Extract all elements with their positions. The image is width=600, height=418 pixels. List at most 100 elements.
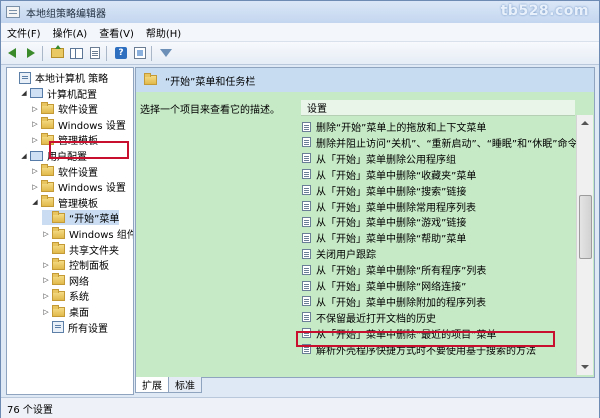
- collapsed-arrow-icon[interactable]: ▷: [31, 105, 39, 113]
- setting-row[interactable]: 从「开始」菜单中删除“所有程序”列表: [302, 262, 577, 277]
- setting-row[interactable]: 从「开始」菜单中删除“游戏”链接: [302, 214, 577, 229]
- tree-item[interactable]: ◢ 管理模板: [31, 195, 98, 210]
- properties-button[interactable]: [132, 45, 148, 61]
- setting-label: 从「开始」菜单中删除“收藏夹”菜单: [316, 170, 477, 182]
- setting-row[interactable]: 从「开始」菜单中删除“帮助”菜单: [302, 230, 577, 245]
- title-bar: 本地组策略编辑器 tb528.com: [1, 1, 599, 23]
- folder-icon: [52, 226, 65, 239]
- tree-item[interactable]: 共享文件夹: [42, 242, 119, 257]
- tree-item[interactable]: ▷ 系统: [42, 288, 89, 303]
- folder-icon: [41, 164, 54, 177]
- setting-row[interactable]: 删除“开始”菜单上的拖放和上下文菜单: [302, 119, 577, 134]
- tree-item[interactable]: ▷ 软件设置: [31, 101, 98, 116]
- setting-row[interactable]: 从「开始」菜单中删除常用程序列表: [302, 199, 577, 214]
- expanded-arrow-icon[interactable]: ◢: [20, 89, 28, 97]
- tree-item-label: 软件设置: [58, 105, 98, 117]
- folder-icon: [52, 210, 65, 223]
- tab-extended[interactable]: 扩展: [135, 377, 169, 393]
- setting-policy-icon: [302, 216, 311, 227]
- tree-item[interactable]: ▷ 网络: [42, 273, 89, 288]
- export-list-button[interactable]: [87, 45, 103, 61]
- app-icon: [6, 6, 20, 18]
- menu-file[interactable]: 文件(F): [1, 25, 47, 40]
- collapsed-arrow-icon[interactable]: ▷: [31, 120, 39, 128]
- folder-icon: [144, 73, 157, 85]
- setting-row[interactable]: 从「开始」菜单删除公用程序组: [302, 151, 577, 166]
- folder-up-icon: [50, 45, 64, 58]
- scroll-thumb[interactable]: [579, 195, 592, 259]
- setting-row[interactable]: 删除并阻止访问“关机”、“重新启动”、“睡眠”和“休眠”命令: [302, 135, 577, 150]
- setting-highlight: [296, 331, 555, 347]
- setting-row[interactable]: 从「开始」菜单中删除附加的程序列表: [302, 294, 577, 309]
- tree-item[interactable]: “开始”菜单: [42, 210, 120, 226]
- setting-row[interactable]: 关闭用户跟踪: [302, 246, 577, 261]
- setting-policy-icon: [302, 264, 311, 275]
- tree-item[interactable]: ▷ 软件设置: [31, 164, 98, 179]
- setting-policy-icon: [302, 185, 311, 196]
- collapsed-arrow-icon[interactable]: ▷: [42, 292, 50, 300]
- tree-item[interactable]: ▷ Windows 设置: [31, 117, 126, 132]
- folder-icon: [41, 101, 54, 114]
- setting-row[interactable]: 不保留最近打开文档的历史: [302, 310, 577, 325]
- setting-row[interactable]: 从「开始」菜单中删除“收藏夹”菜单: [302, 167, 577, 182]
- tree-item[interactable]: ▷ Windows 组件: [42, 226, 133, 241]
- tree-item[interactable]: 所有设置: [42, 320, 108, 335]
- scroll-down-button[interactable]: [577, 359, 593, 375]
- folder-icon: [52, 304, 65, 317]
- collapsed-arrow-icon[interactable]: ▷: [42, 308, 50, 316]
- setting-row[interactable]: 从「开始」菜单中删除“网络连接”: [302, 278, 577, 293]
- collapsed-arrow-icon[interactable]: ▷: [31, 183, 39, 191]
- menu-help[interactable]: 帮助(H): [140, 25, 187, 40]
- forward-button[interactable]: [23, 45, 39, 61]
- setting-policy-icon: [302, 248, 311, 259]
- tree-item[interactable]: ▷ 控制面板: [42, 257, 109, 272]
- tree-item-label: 共享文件夹: [69, 245, 119, 257]
- setting-policy-icon: [302, 232, 311, 243]
- description-text: 选择一个项目来查看它的描述。: [140, 105, 280, 116]
- setting-label: 从「开始」菜单删除公用程序组: [316, 154, 456, 166]
- column-header-setting[interactable]: 设置: [301, 100, 575, 116]
- tree-item[interactable]: ▷ 桌面: [42, 304, 89, 319]
- gpedit-window: 本地组策略编辑器 tb528.com 文件(F) 操作(A) 查看(V) 帮助(…: [0, 0, 600, 418]
- collapsed-arrow-icon[interactable]: ▷: [42, 230, 50, 238]
- folder-icon: [52, 288, 65, 301]
- filter-button[interactable]: [158, 45, 174, 61]
- tab-standard[interactable]: 标准: [168, 377, 202, 393]
- collapsed-arrow-icon[interactable]: ▷: [31, 167, 39, 175]
- up-level-button[interactable]: [49, 45, 65, 61]
- setting-label: 关闭用户跟踪: [316, 250, 376, 262]
- scroll-up-button[interactable]: [577, 115, 593, 131]
- setting-label: 删除并阻止访问“关机”、“重新启动”、“睡眠”和“休眠”命令: [316, 138, 577, 150]
- no-expander: [42, 214, 50, 222]
- tree-item[interactable]: ◢ 计算机配置: [20, 86, 97, 101]
- back-button[interactable]: [4, 45, 20, 61]
- policy-tree[interactable]: 本地计算机 策略 ◢ 计算机配置 ▷ 软件设置 ▷ Windows 设置 ▷ 管理模板 ◢ 用户配置…: [6, 67, 134, 395]
- show-hide-tree-button[interactable]: [68, 45, 84, 61]
- setting-row[interactable]: 从「开始」菜单中删除“搜索”链接: [302, 183, 577, 198]
- setting-label: 删除“开始”菜单上的拖放和上下文菜单: [316, 123, 487, 134]
- setting-policy-icon: [302, 296, 311, 307]
- collapsed-arrow-icon[interactable]: ▷: [42, 276, 50, 284]
- setting-label: 从「开始」菜单中删除附加的程序列表: [316, 297, 486, 309]
- tree-item-label: “开始”菜单: [69, 214, 120, 226]
- help-icon: ?: [115, 47, 127, 59]
- tree-item-label: 本地计算机 策略: [35, 74, 109, 85]
- toolbar: ?: [1, 42, 599, 65]
- menu-action[interactable]: 操作(A): [47, 25, 94, 40]
- vertical-scrollbar[interactable]: [576, 115, 593, 375]
- help-button[interactable]: ?: [113, 45, 129, 61]
- collapsed-arrow-icon[interactable]: ▷: [31, 136, 39, 144]
- collapsed-arrow-icon[interactable]: ▷: [42, 261, 50, 269]
- computer-icon: [30, 88, 43, 99]
- tree-item[interactable]: ▷ Windows 设置: [31, 179, 126, 194]
- folder-icon: [52, 273, 65, 286]
- description-area: 选择一个项目来查看它的描述。: [136, 92, 296, 377]
- expanded-arrow-icon[interactable]: ◢: [31, 198, 39, 206]
- expanded-arrow-icon[interactable]: ◢: [20, 152, 28, 160]
- menu-view[interactable]: 查看(V): [93, 25, 140, 40]
- setting-label: 从「开始」菜单中删除“所有程序”列表: [316, 266, 487, 278]
- tree-item[interactable]: 本地计算机 策略: [9, 70, 108, 85]
- folder-icon: [41, 195, 54, 208]
- setting-policy-icon: [302, 169, 311, 180]
- menu-bar: 文件(F) 操作(A) 查看(V) 帮助(H): [1, 23, 599, 42]
